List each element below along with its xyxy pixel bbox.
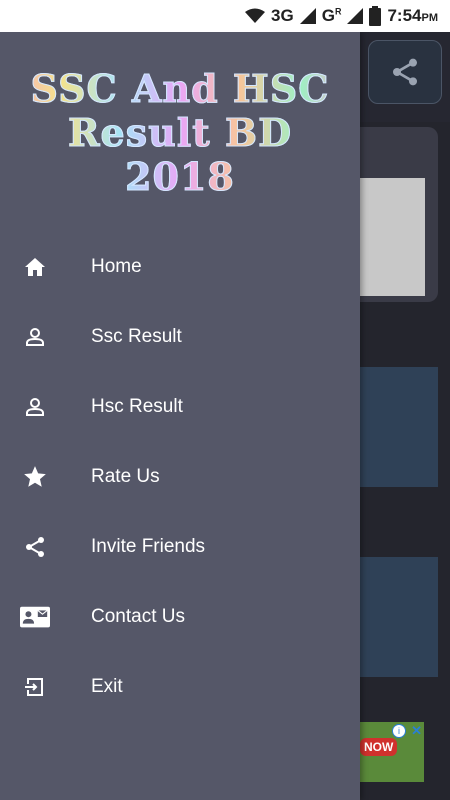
star-icon [20,465,50,489]
ad-info-icon[interactable]: i [392,724,406,738]
drawer-title-line-2: Result BD [0,111,360,154]
menu-item-contact-us[interactable]: Contact Us [0,582,360,652]
person-icon [20,325,50,349]
battery-icon [369,6,382,26]
menu-item-ssc-result[interactable]: Ssc Result [0,302,360,372]
status-bar: 3G GR 7:54PM [0,0,450,32]
share-icon [393,58,417,86]
wifi-icon [245,8,266,23]
network-type: 3G [271,6,294,25]
drawer-header: SSC And HSC Result BD 2018 [0,32,360,207]
share-icon [20,535,50,559]
drawer-title-line-3: 2018 [0,155,360,198]
menu-item-label: Exit [91,676,123,697]
menu-item-invite-friends[interactable]: Invite Friends [0,512,360,582]
menu-item-label: Contact Us [91,606,185,627]
ad-banner[interactable]: NOW i ✕ [358,722,424,782]
menu-item-label: Home [91,256,142,277]
ad-badge: NOW [360,738,398,756]
ad-close-icon[interactable]: ✕ [411,723,422,739]
signal-icon-2 [347,8,364,24]
person-icon [20,395,50,419]
drawer-menu: Home Ssc Result Hsc Result Rate Us Invit… [0,232,360,722]
exit-icon [20,675,50,699]
menu-item-exit[interactable]: Exit [0,652,360,722]
contact-card-icon [20,605,50,629]
clock: 7:54PM [387,6,438,25]
menu-item-label: Ssc Result [91,326,182,347]
menu-item-home[interactable]: Home [0,232,360,302]
menu-item-rate-us[interactable]: Rate Us [0,442,360,512]
menu-item-label: Rate Us [91,466,160,487]
menu-item-hsc-result[interactable]: Hsc Result [0,372,360,442]
navigation-drawer: SSC And HSC Result BD 2018 Home Ssc Resu… [0,32,360,800]
menu-item-label: Hsc Result [91,396,183,417]
drawer-title-line-1: SSC And HSC [0,67,360,110]
home-icon [20,255,50,279]
network-type-2: GR [321,6,342,25]
menu-item-label: Invite Friends [91,536,206,557]
share-button[interactable] [368,40,442,104]
signal-icon [299,8,316,24]
